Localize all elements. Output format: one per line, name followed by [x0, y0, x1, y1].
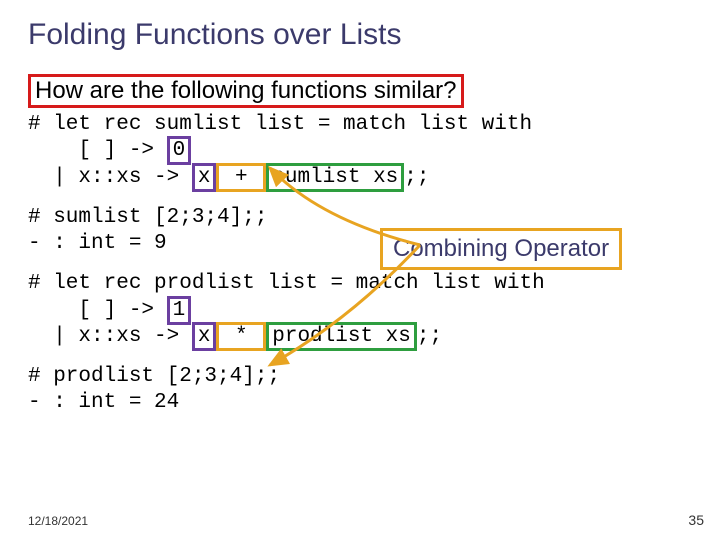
code-line: [ ] -> [28, 139, 167, 162]
code-line: # prodlist [2;3;4];; [28, 365, 280, 388]
x-box-prod: x [192, 322, 217, 351]
code-prodlist: # let rec prodlist list = match list wit… [28, 271, 692, 350]
x-box: x [192, 163, 217, 192]
code-prodlist-result: # prodlist [2;3;4];; - : int = 24 [28, 364, 692, 417]
subtitle: How are the following functions similar? [28, 74, 464, 108]
code-line: # let rec sumlist list = match list with [28, 113, 532, 136]
code-line: | x::xs -> [28, 325, 192, 348]
page-title: Folding Functions over Lists [28, 18, 692, 52]
footer-date: 12/18/2021 [28, 514, 88, 528]
plus-op-box: + [216, 163, 266, 192]
callout-combining-operator: Combining Operator [380, 228, 622, 270]
footer-page: 35 [688, 512, 704, 528]
code-tail: ;; [404, 166, 429, 189]
code-tail: ;; [417, 325, 442, 348]
code-line: | x::xs -> [28, 166, 192, 189]
code-line: # sumlist [2;3;4];; [28, 206, 267, 229]
code-line: - : int = 24 [28, 391, 179, 414]
code-line: # let rec prodlist list = match list wit… [28, 272, 545, 295]
subtitle-row: How are the following functions similar? [28, 74, 692, 112]
slide: Folding Functions over Lists How are the… [0, 0, 720, 540]
times-op-box: * [216, 322, 266, 351]
code-line: - : int = 9 [28, 232, 167, 255]
code-sumlist: # let rec sumlist list = match list with… [28, 112, 692, 191]
base-value-zero: 0 [167, 136, 192, 165]
rec-call-box: sumlist xs [266, 163, 404, 192]
code-line: [ ] -> [28, 299, 167, 322]
rec-call-box-prod: prodlist xs [266, 322, 417, 351]
base-value-one: 1 [167, 296, 192, 325]
